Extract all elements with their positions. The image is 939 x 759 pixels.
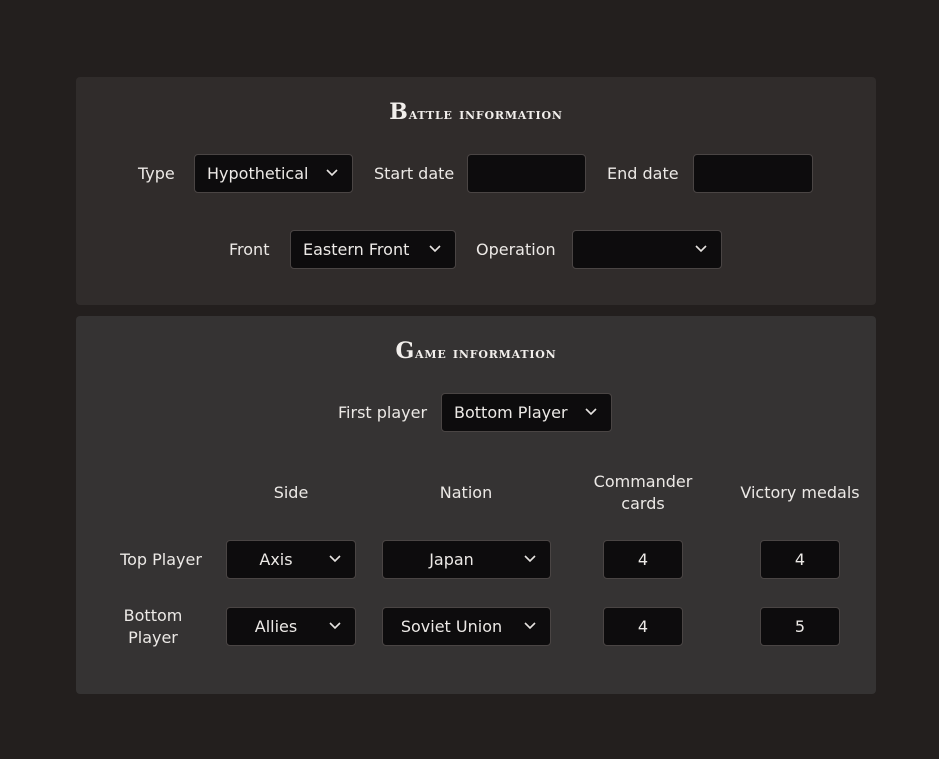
bottom-player-side-value: Allies (254, 617, 298, 636)
first-player-select-value: Bottom Player (454, 403, 568, 422)
battle-information-panel: Battle information Type Hypothetical Sta… (76, 77, 876, 305)
chevron-down-icon (585, 408, 597, 416)
operation-label: Operation (476, 240, 556, 259)
end-date-input[interactable] (693, 154, 813, 193)
bottom-player-nation-value: Soviet Union (400, 617, 503, 636)
top-player-nation-select[interactable]: Japan (382, 540, 551, 579)
type-select[interactable]: Hypothetical (194, 154, 353, 193)
chevron-down-icon (695, 245, 707, 253)
start-date-label: Start date (374, 164, 455, 183)
chevron-down-icon (524, 622, 536, 630)
bottom-player-commander-cards-input[interactable]: 4 (603, 607, 683, 646)
game-information-panel: Game information First player Bottom Pla… (76, 316, 876, 694)
top-player-victory-medals-input[interactable]: 4 (760, 540, 840, 579)
game-information-title: Game information (395, 338, 557, 364)
front-label: Front (229, 240, 270, 259)
top-player-side-value: Axis (259, 550, 293, 569)
commander-cards-column-header: Commander cards (593, 472, 693, 513)
victory-medals-column-header: Victory medals (740, 483, 860, 502)
bottom-player-nation-select[interactable]: Soviet Union (382, 607, 551, 646)
chevron-down-icon (524, 555, 536, 563)
top-player-nation-value: Japan (429, 550, 474, 569)
bottom-player-label: Bottom Player (123, 606, 183, 647)
top-player-commander-cards-input[interactable]: 4 (603, 540, 683, 579)
top-player-victory-medals-value: 4 (794, 550, 806, 569)
first-player-label: First player (338, 403, 428, 422)
top-player-label: Top Player (120, 550, 202, 569)
top-player-side-select[interactable]: Axis (226, 540, 356, 579)
end-date-label: End date (607, 164, 679, 183)
bottom-player-side-select[interactable]: Allies (226, 607, 356, 646)
chevron-down-icon (329, 622, 341, 630)
battle-information-title: Battle information (389, 99, 563, 125)
type-label: Type (138, 164, 175, 183)
first-player-select[interactable]: Bottom Player (441, 393, 612, 432)
front-select[interactable]: Eastern Front (290, 230, 456, 269)
chevron-down-icon (329, 555, 341, 563)
top-player-commander-cards-value: 4 (637, 550, 649, 569)
type-select-value: Hypothetical (207, 164, 309, 183)
chevron-down-icon (326, 169, 338, 177)
start-date-input[interactable] (467, 154, 586, 193)
bottom-player-victory-medals-value: 5 (794, 617, 806, 636)
bottom-player-commander-cards-value: 4 (637, 617, 649, 636)
nation-column-header: Nation (439, 483, 493, 502)
operation-select[interactable] (572, 230, 722, 269)
side-column-header: Side (273, 483, 309, 502)
bottom-player-victory-medals-input[interactable]: 5 (760, 607, 840, 646)
front-select-value: Eastern Front (303, 240, 410, 259)
chevron-down-icon (429, 245, 441, 253)
